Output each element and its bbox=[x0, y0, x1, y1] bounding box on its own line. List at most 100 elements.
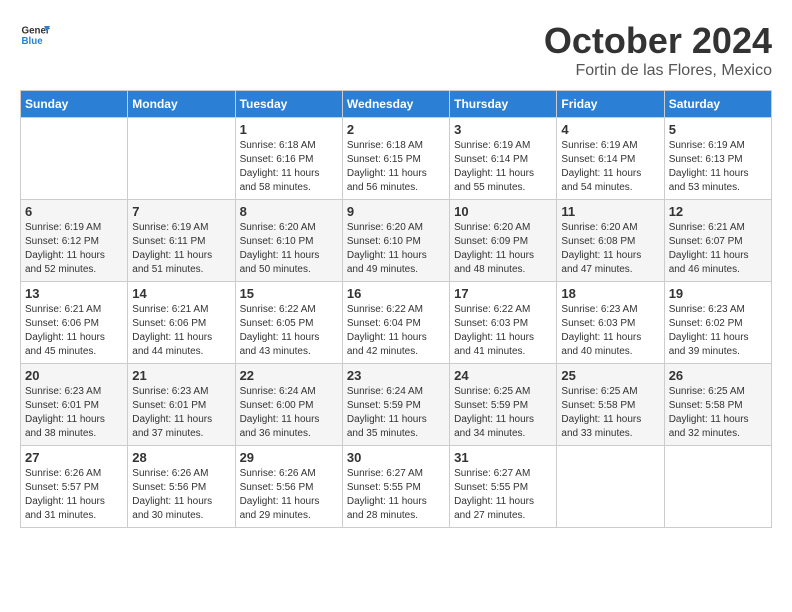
day-info: Sunrise: 6:19 AM Sunset: 6:13 PM Dayligh… bbox=[669, 139, 767, 195]
week-row-1: 1 Sunrise: 6:18 AM Sunset: 6:16 PM Daylig… bbox=[21, 118, 772, 200]
week-row-5: 27 Sunrise: 6:26 AM Sunset: 5:57 PM Dayli… bbox=[21, 446, 772, 528]
calendar-cell bbox=[128, 118, 235, 200]
calendar-table: SundayMondayTuesdayWednesdayThursdayFrid… bbox=[20, 90, 772, 528]
day-info: Sunrise: 6:21 AM Sunset: 6:06 PM Dayligh… bbox=[132, 303, 230, 359]
day-number: 2 bbox=[347, 122, 445, 137]
calendar-cell: 30 Sunrise: 6:27 AM Sunset: 5:55 PM Dayli… bbox=[342, 446, 449, 528]
day-number: 28 bbox=[132, 450, 230, 465]
calendar-cell: 31 Sunrise: 6:27 AM Sunset: 5:55 PM Dayli… bbox=[450, 446, 557, 528]
day-number: 7 bbox=[132, 204, 230, 219]
day-info: Sunrise: 6:27 AM Sunset: 5:55 PM Dayligh… bbox=[454, 467, 552, 523]
day-info: Sunrise: 6:26 AM Sunset: 5:56 PM Dayligh… bbox=[132, 467, 230, 523]
day-info: Sunrise: 6:25 AM Sunset: 5:58 PM Dayligh… bbox=[669, 385, 767, 441]
calendar-cell: 17 Sunrise: 6:22 AM Sunset: 6:03 PM Dayli… bbox=[450, 282, 557, 364]
day-info: Sunrise: 6:20 AM Sunset: 6:10 PM Dayligh… bbox=[347, 221, 445, 277]
day-number: 20 bbox=[25, 368, 123, 383]
calendar-cell: 8 Sunrise: 6:20 AM Sunset: 6:10 PM Daylig… bbox=[235, 200, 342, 282]
day-number: 14 bbox=[132, 286, 230, 301]
calendar-cell: 3 Sunrise: 6:19 AM Sunset: 6:14 PM Daylig… bbox=[450, 118, 557, 200]
day-number: 23 bbox=[347, 368, 445, 383]
day-info: Sunrise: 6:19 AM Sunset: 6:11 PM Dayligh… bbox=[132, 221, 230, 277]
calendar-cell: 6Sunrise: 6:19 AM Sunset: 6:12 PM Daylig… bbox=[21, 200, 128, 282]
header-cell-tuesday: Tuesday bbox=[235, 91, 342, 118]
day-info: Sunrise: 6:23 AM Sunset: 6:01 PM Dayligh… bbox=[25, 385, 123, 441]
day-number: 31 bbox=[454, 450, 552, 465]
day-number: 3 bbox=[454, 122, 552, 137]
day-info: Sunrise: 6:23 AM Sunset: 6:01 PM Dayligh… bbox=[132, 385, 230, 441]
header-cell-sunday: Sunday bbox=[21, 91, 128, 118]
logo: General Blue bbox=[20, 20, 50, 50]
day-number: 11 bbox=[561, 204, 659, 219]
header-cell-thursday: Thursday bbox=[450, 91, 557, 118]
week-row-3: 13Sunrise: 6:21 AM Sunset: 6:06 PM Dayli… bbox=[21, 282, 772, 364]
calendar-cell: 14 Sunrise: 6:21 AM Sunset: 6:06 PM Dayli… bbox=[128, 282, 235, 364]
header-cell-saturday: Saturday bbox=[664, 91, 771, 118]
day-number: 25 bbox=[561, 368, 659, 383]
day-number: 17 bbox=[454, 286, 552, 301]
header-row: SundayMondayTuesdayWednesdayThursdayFrid… bbox=[21, 91, 772, 118]
header-cell-monday: Monday bbox=[128, 91, 235, 118]
title-block: October 2024 Fortin de las Flores, Mexic… bbox=[544, 20, 772, 80]
day-info: Sunrise: 6:26 AM Sunset: 5:57 PM Dayligh… bbox=[25, 467, 123, 523]
calendar-cell bbox=[664, 446, 771, 528]
calendar-cell: 9 Sunrise: 6:20 AM Sunset: 6:10 PM Daylig… bbox=[342, 200, 449, 282]
day-info: Sunrise: 6:19 AM Sunset: 6:14 PM Dayligh… bbox=[561, 139, 659, 195]
day-info: Sunrise: 6:18 AM Sunset: 6:16 PM Dayligh… bbox=[240, 139, 338, 195]
calendar-cell: 15Sunrise: 6:22 AM Sunset: 6:05 PM Dayli… bbox=[235, 282, 342, 364]
day-number: 5 bbox=[669, 122, 767, 137]
calendar-cell: 11 Sunrise: 6:20 AM Sunset: 6:08 PM Dayli… bbox=[557, 200, 664, 282]
day-number: 8 bbox=[240, 204, 338, 219]
calendar-cell: 7 Sunrise: 6:19 AM Sunset: 6:11 PM Daylig… bbox=[128, 200, 235, 282]
day-info: Sunrise: 6:24 AM Sunset: 6:00 PM Dayligh… bbox=[240, 385, 338, 441]
calendar-header: SundayMondayTuesdayWednesdayThursdayFrid… bbox=[21, 91, 772, 118]
day-info: Sunrise: 6:19 AM Sunset: 6:12 PM Dayligh… bbox=[25, 221, 123, 277]
header-cell-friday: Friday bbox=[557, 91, 664, 118]
calendar-cell: 13Sunrise: 6:21 AM Sunset: 6:06 PM Dayli… bbox=[21, 282, 128, 364]
day-info: Sunrise: 6:27 AM Sunset: 5:55 PM Dayligh… bbox=[347, 467, 445, 523]
header-cell-wednesday: Wednesday bbox=[342, 91, 449, 118]
day-number: 27 bbox=[25, 450, 123, 465]
calendar-cell: 5 Sunrise: 6:19 AM Sunset: 6:13 PM Daylig… bbox=[664, 118, 771, 200]
day-number: 1 bbox=[240, 122, 338, 137]
day-info: Sunrise: 6:21 AM Sunset: 6:07 PM Dayligh… bbox=[669, 221, 767, 277]
day-number: 29 bbox=[240, 450, 338, 465]
calendar-cell: 29 Sunrise: 6:26 AM Sunset: 5:56 PM Dayli… bbox=[235, 446, 342, 528]
day-info: Sunrise: 6:25 AM Sunset: 5:59 PM Dayligh… bbox=[454, 385, 552, 441]
day-info: Sunrise: 6:18 AM Sunset: 6:15 PM Dayligh… bbox=[347, 139, 445, 195]
svg-text:Blue: Blue bbox=[22, 36, 44, 47]
day-info: Sunrise: 6:19 AM Sunset: 6:14 PM Dayligh… bbox=[454, 139, 552, 195]
day-number: 30 bbox=[347, 450, 445, 465]
calendar-cell: 20 Sunrise: 6:23 AM Sunset: 6:01 PM Dayli… bbox=[21, 364, 128, 446]
calendar-cell bbox=[21, 118, 128, 200]
day-info: Sunrise: 6:22 AM Sunset: 6:03 PM Dayligh… bbox=[454, 303, 552, 359]
calendar-cell: 26 Sunrise: 6:25 AM Sunset: 5:58 PM Dayli… bbox=[664, 364, 771, 446]
day-number: 21 bbox=[132, 368, 230, 383]
calendar-cell: 16Sunrise: 6:22 AM Sunset: 6:04 PM Dayli… bbox=[342, 282, 449, 364]
day-number: 9 bbox=[347, 204, 445, 219]
calendar-cell bbox=[557, 446, 664, 528]
day-number: 22 bbox=[240, 368, 338, 383]
day-info: Sunrise: 6:24 AM Sunset: 5:59 PM Dayligh… bbox=[347, 385, 445, 441]
calendar-cell: 18Sunrise: 6:23 AM Sunset: 6:03 PM Dayli… bbox=[557, 282, 664, 364]
calendar-cell: 21 Sunrise: 6:23 AM Sunset: 6:01 PM Dayli… bbox=[128, 364, 235, 446]
calendar-cell: 10Sunrise: 6:20 AM Sunset: 6:09 PM Dayli… bbox=[450, 200, 557, 282]
day-info: Sunrise: 6:20 AM Sunset: 6:10 PM Dayligh… bbox=[240, 221, 338, 277]
day-info: Sunrise: 6:20 AM Sunset: 6:09 PM Dayligh… bbox=[454, 221, 552, 277]
day-info: Sunrise: 6:26 AM Sunset: 5:56 PM Dayligh… bbox=[240, 467, 338, 523]
calendar-cell: 12 Sunrise: 6:21 AM Sunset: 6:07 PM Dayli… bbox=[664, 200, 771, 282]
logo-icon: General Blue bbox=[20, 20, 50, 50]
day-info: Sunrise: 6:23 AM Sunset: 6:03 PM Dayligh… bbox=[561, 303, 659, 359]
calendar-cell: 27 Sunrise: 6:26 AM Sunset: 5:57 PM Dayli… bbox=[21, 446, 128, 528]
calendar-cell: 24Sunrise: 6:25 AM Sunset: 5:59 PM Dayli… bbox=[450, 364, 557, 446]
calendar-cell: 4 Sunrise: 6:19 AM Sunset: 6:14 PM Daylig… bbox=[557, 118, 664, 200]
day-number: 26 bbox=[669, 368, 767, 383]
calendar-cell: 25 Sunrise: 6:25 AM Sunset: 5:58 PM Dayli… bbox=[557, 364, 664, 446]
day-info: Sunrise: 6:20 AM Sunset: 6:08 PM Dayligh… bbox=[561, 221, 659, 277]
calendar-body: 1 Sunrise: 6:18 AM Sunset: 6:16 PM Daylig… bbox=[21, 118, 772, 528]
day-number: 4 bbox=[561, 122, 659, 137]
day-number: 16 bbox=[347, 286, 445, 301]
day-info: Sunrise: 6:22 AM Sunset: 6:05 PM Dayligh… bbox=[240, 303, 338, 359]
day-number: 12 bbox=[669, 204, 767, 219]
calendar-cell: 22 Sunrise: 6:24 AM Sunset: 6:00 PM Dayli… bbox=[235, 364, 342, 446]
day-info: Sunrise: 6:25 AM Sunset: 5:58 PM Dayligh… bbox=[561, 385, 659, 441]
